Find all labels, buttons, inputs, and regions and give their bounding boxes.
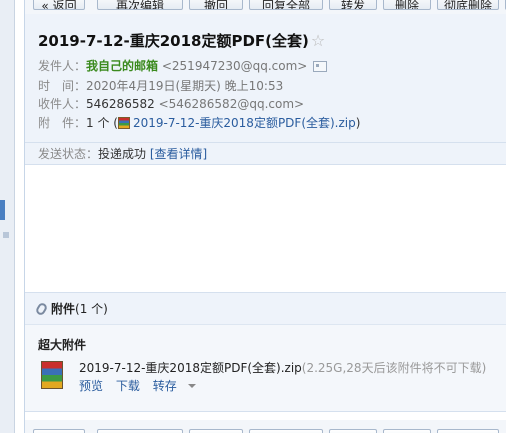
attachment-link[interactable]: 2019-7-12-重庆2018定额PDF(全套).zip xyxy=(133,116,356,130)
status-label: 发送状态： xyxy=(38,147,99,161)
time-label: 时 间： xyxy=(38,79,87,93)
file-meta: (2.25G,28天后该附件将不可下载) xyxy=(301,361,487,375)
attachment-label: 附 件： xyxy=(38,116,87,130)
time-row: 时 间：2020年4月19日(星期天) 晚上10:53 xyxy=(38,77,283,94)
recipient-address: <546286582@qq.com> xyxy=(158,97,305,111)
paperclip-icon xyxy=(34,301,49,317)
save-to-text: 转存 xyxy=(152,379,177,393)
bottom-recall-button[interactable] xyxy=(189,429,243,433)
time-value: 2020年4月19日(星期天) 晚上10:53 xyxy=(86,79,284,93)
header-divider xyxy=(25,142,506,143)
attachment-close-paren: ) xyxy=(355,116,361,130)
preview-link[interactable]: 预览 xyxy=(79,379,103,393)
zip-file-icon xyxy=(117,117,130,129)
mail-toolbar: « 返回 再次编辑 撤回 回复全部 转发 删除 彻底删除 彻 xyxy=(25,0,506,14)
left-nav-strip xyxy=(0,0,15,433)
attachment-file-name: 2019-7-12-重庆2018定额PDF(全套).zip(2.25G,28天后… xyxy=(79,359,486,376)
attachment-panel-title: 附件(1 个) xyxy=(25,293,506,325)
delete-permanently-button[interactable]: 彻底删除 xyxy=(437,0,499,10)
sender-name[interactable]: 我自己的邮箱 xyxy=(86,59,158,73)
mail-subject: 2019-7-12-重庆2018定额PDF(全套) ☆ xyxy=(38,30,325,51)
left-nav-marker xyxy=(3,232,9,238)
edit-again-button[interactable]: 再次编辑 xyxy=(97,0,183,10)
download-link[interactable]: 下载 xyxy=(116,379,140,393)
recall-button[interactable]: 撤回 xyxy=(189,0,243,10)
bottom-edit-button[interactable] xyxy=(97,429,183,433)
mail-header: 2019-7-12-重庆2018定额PDF(全套) ☆ 发件人：我自己的邮箱 <2… xyxy=(25,14,506,165)
status-row: 发送状态：投递成功 [查看详情] xyxy=(38,145,207,162)
sender-address: <251947230@qq.com> xyxy=(161,59,308,73)
bottom-reply-all-button[interactable] xyxy=(249,429,323,433)
vcard-icon[interactable] xyxy=(313,61,328,72)
star-icon[interactable]: ☆ xyxy=(311,31,325,50)
mail-body xyxy=(25,165,506,292)
forward-button[interactable]: 转发 xyxy=(329,0,377,10)
attachment-title-text: 附件 xyxy=(51,302,76,316)
attachment-row: 附 件：1 个 ( 2019-7-12-重庆2018定额PDF(全套).zip) xyxy=(38,114,360,131)
recipient-name[interactable]: 546286582 xyxy=(86,97,155,111)
dropdown-caret-icon xyxy=(187,384,196,388)
zip-file-icon[interactable] xyxy=(41,361,63,389)
save-to-link[interactable]: 转存 xyxy=(153,379,196,393)
from-label: 发件人： xyxy=(38,59,87,73)
bottom-back-button[interactable] xyxy=(33,429,85,433)
back-button[interactable]: « 返回 xyxy=(33,0,85,10)
to-row: 收件人：546286582 <546286582@qq.com> xyxy=(38,95,304,112)
bottom-delete-button[interactable] xyxy=(383,429,431,433)
from-row: 发件人：我自己的邮箱 <251947230@qq.com> xyxy=(38,57,328,74)
attachment-count: 1 个 ( xyxy=(86,116,118,130)
bottom-toolbar xyxy=(25,420,506,433)
delete-button[interactable]: 删除 xyxy=(383,0,431,10)
view-details-link[interactable]: [查看详情] xyxy=(150,147,207,161)
subject-text: 2019-7-12-重庆2018定额PDF(全套) xyxy=(38,32,309,50)
mail-reading-pane: « 返回 再次编辑 撤回 回复全部 转发 删除 彻底删除 彻 2019-7-12… xyxy=(24,0,506,433)
left-nav-active-tab[interactable] xyxy=(0,200,5,220)
to-label: 收件人： xyxy=(38,97,87,111)
bottom-forward-button[interactable] xyxy=(329,429,377,433)
file-name-text[interactable]: 2019-7-12-重庆2018定额PDF(全套).zip xyxy=(79,361,302,375)
status-value: 投递成功 xyxy=(98,147,147,161)
attachment-title-count: (1 个) xyxy=(75,302,108,316)
bottom-delete-permanently-button[interactable] xyxy=(437,429,499,433)
attachment-actions: 预览 下载 转存 xyxy=(79,377,205,394)
attachment-panel: 附件(1 个) 超大附件 2019-7-12-重庆2018定额PDF(全套).z… xyxy=(25,292,506,412)
super-attachment-label: 超大附件 xyxy=(38,338,87,352)
reply-all-button[interactable]: 回复全部 xyxy=(249,0,323,10)
